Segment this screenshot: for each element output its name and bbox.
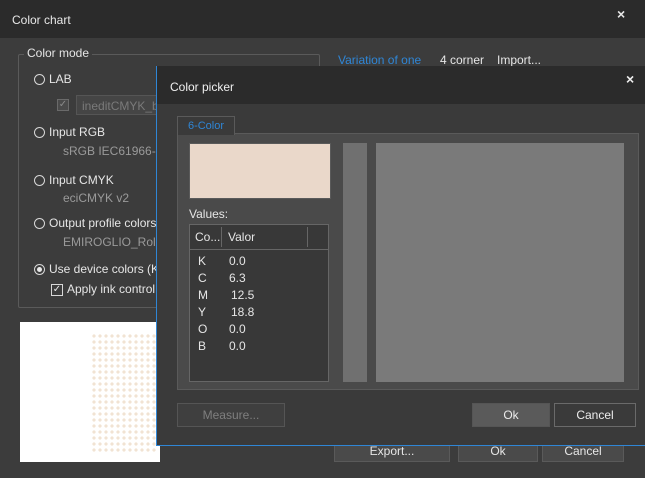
table-row[interactable]: Y 18.8: [190, 305, 328, 321]
tab-import[interactable]: Import...: [497, 53, 541, 67]
table-row[interactable]: M 12.5: [190, 288, 328, 304]
table-row[interactable]: K 0.0: [190, 254, 328, 270]
lab-profile-checkbox: ✓: [57, 99, 69, 111]
radio-lab-label: LAB: [49, 72, 72, 86]
channel-cell: M: [198, 288, 208, 302]
title-bar: [0, 0, 645, 38]
value-cell: 0.0: [229, 254, 246, 268]
value-cell: 0.0: [229, 322, 246, 336]
radio-input-rgb[interactable]: [34, 127, 45, 138]
lightness-slider[interactable]: [343, 143, 367, 382]
picker-ok-button[interactable]: Ok: [472, 403, 550, 427]
channel-cell: O: [198, 322, 208, 336]
apply-ink-control-label: Apply ink control: [67, 282, 156, 296]
column-divider: [307, 227, 308, 247]
values-table[interactable]: Co... Valor K 0.0 C 6.3 M 12.5 Y 18.8 O …: [189, 224, 329, 382]
value-cell: 6.3: [229, 271, 246, 285]
column-header-channel[interactable]: Co...: [195, 225, 220, 249]
radio-output-profile[interactable]: [34, 218, 45, 229]
table-row[interactable]: C 6.3: [190, 271, 328, 287]
channel-cell: C: [198, 271, 207, 285]
channel-cell: Y: [198, 305, 207, 319]
tab-variation-of-one[interactable]: Variation of one: [338, 53, 421, 67]
apply-ink-control-checkbox[interactable]: ✓: [51, 284, 63, 296]
color-swatch: [189, 143, 331, 199]
channel-cell: B: [198, 339, 207, 353]
column-header-valor[interactable]: Valor: [228, 225, 255, 249]
values-label: Values:: [189, 207, 229, 221]
radio-input-cmyk-label: Input CMYK: [49, 173, 114, 187]
radio-device-colors-label: Use device colors (K: [49, 262, 160, 276]
picker-title: Color picker: [170, 80, 235, 94]
value-cell: 0.0: [229, 339, 246, 353]
radio-input-cmyk[interactable]: [34, 175, 45, 186]
radio-device-colors[interactable]: [34, 264, 45, 275]
picker-cancel-button[interactable]: Cancel: [554, 403, 636, 427]
values-table-header: Co... Valor: [190, 225, 328, 250]
window-title: Color chart: [12, 13, 71, 27]
table-row[interactable]: B 0.0: [190, 339, 328, 355]
radio-lab[interactable]: [34, 74, 45, 85]
column-divider: [221, 227, 222, 247]
color-mode-legend: Color mode: [24, 46, 93, 60]
measure-button[interactable]: Measure...: [177, 403, 285, 427]
picker-close-icon[interactable]: ×: [626, 71, 634, 87]
close-icon[interactable]: ×: [617, 6, 625, 22]
tab-4-corner[interactable]: 4 corner: [440, 53, 484, 67]
value-cell: 12.5: [231, 288, 255, 302]
color-picker-dialog: Color picker × 6-Color Values: Co... Val…: [156, 66, 645, 446]
channel-cell: K: [198, 254, 207, 268]
input-cmyk-profile: eciCMYK v2: [63, 191, 130, 205]
radio-input-rgb-label: Input RGB: [49, 125, 106, 139]
value-cell: 18.8: [231, 305, 255, 319]
tab-6-color[interactable]: 6-Color: [177, 116, 235, 135]
color-patch-grid: [91, 333, 157, 453]
table-row[interactable]: O 0.0: [190, 322, 328, 338]
color-field[interactable]: [376, 143, 624, 382]
